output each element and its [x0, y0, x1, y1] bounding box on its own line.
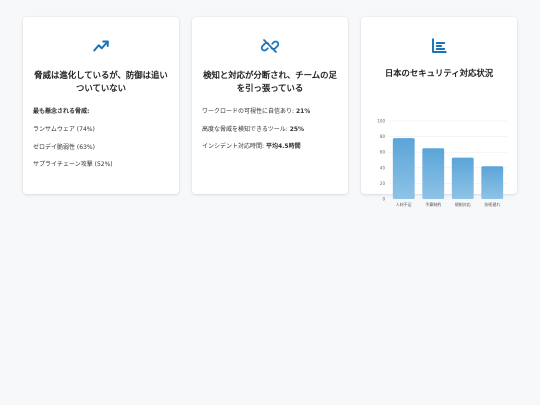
stat-label: 高度な脅威を検知できるツール:	[202, 125, 290, 133]
x-tick-label: 人材不足	[396, 201, 412, 207]
bar	[392, 138, 415, 199]
y-tick-label: 0	[382, 197, 385, 202]
x-tick-label: 規制対応	[455, 201, 471, 207]
stat-row: インシデント対応時間: 平均4.5時間	[202, 141, 340, 150]
stat-value: 25%	[289, 125, 305, 133]
bar	[481, 166, 504, 199]
x-tick-label: 技術遅れ	[484, 201, 500, 207]
card-body: 最も懸念される脅威: ランサムウェア (74%) ゼロデイ脆弱性 (63%) サ…	[33, 106, 171, 177]
bar-chart: 0 20 40 60 80 100 人材不足 予算制約 規制対応 技術遅れ	[377, 119, 507, 207]
card-body: ワークロードの可視性に自信あり: 21% 高度な脅威を検知できるツール: 25%…	[202, 106, 340, 159]
bar	[422, 148, 445, 199]
y-tick-label: 60	[380, 150, 386, 155]
trending-up-icon	[93, 40, 109, 52]
detection-response-card: 検知と対応が分断され、チームの足を引っ張っている ワークロードの可視性に自信あり…	[192, 17, 348, 194]
list-item: ランサムウェア (74%)	[33, 126, 95, 133]
y-tick-label: 40	[380, 165, 386, 170]
y-tick-label: 80	[380, 134, 386, 139]
stat-label: ワークロードの可視性に自信あり:	[202, 108, 296, 115]
stat-value: 21%	[295, 108, 311, 115]
list-item: サプライチェーン攻撃 (52%)	[33, 161, 113, 169]
list-item: ゼロデイ脆弱性 (63%)	[33, 143, 95, 151]
card-title: 脅威は進化しているが、防御は追いついていない	[34, 70, 168, 93]
concern-heading: 最も懸念される脅威:	[33, 108, 90, 115]
broken-link-icon	[260, 39, 280, 53]
stat-label: インシデント対応時間:	[202, 143, 266, 151]
stat-value: 平均4.5時間	[265, 143, 301, 151]
threat-evolution-card: 脅威は進化しているが、防御は追いついていない 最も懸念される脅威: ランサムウェ…	[23, 17, 179, 194]
y-tick-label: 100	[377, 119, 385, 124]
stat-row: 高度な脅威を検知できるツール: 25%	[202, 124, 340, 133]
japan-security-card: 日本のセキュリティ対応状況 0 20 40 60 80 100 人材不足 予算制約 規制対応 技術…	[361, 17, 517, 207]
card-title: 日本のセキュリティ対応状況	[384, 68, 494, 78]
bar	[451, 157, 474, 199]
x-tick-label: 予算制約	[425, 201, 441, 207]
stat-row: ワークロードの可視性に自信あり: 21%	[202, 106, 340, 115]
card-title: 検知と対応が分断され、チームの足を引っ張っている	[203, 70, 337, 93]
y-tick-label: 20	[380, 181, 386, 186]
bar-chart-icon	[432, 38, 447, 53]
